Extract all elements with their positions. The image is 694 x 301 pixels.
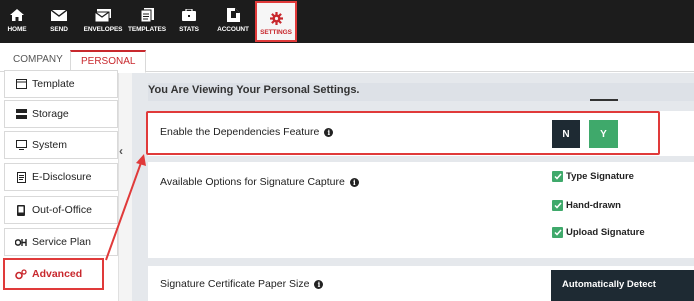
sidebar-item-label: Storage (32, 108, 69, 120)
nav-stats-label: STATS (179, 26, 199, 33)
checkbox-checked-icon[interactable] (552, 171, 563, 182)
account-icon (226, 7, 240, 23)
sidebar-item-storage[interactable]: Storage (4, 100, 118, 128)
nav-home[interactable]: HOME (0, 0, 34, 43)
nav-account[interactable]: ACCOUNT (212, 0, 254, 43)
sidebar-item-label: System (32, 139, 68, 151)
settings-tabs: COMPANY PERSONAL (0, 50, 694, 73)
checkbox-checked-icon[interactable] (552, 227, 563, 238)
annotation-arrow (105, 154, 146, 261)
option-label: Type Signature (566, 171, 634, 182)
tab-company[interactable]: COMPANY (3, 50, 73, 72)
paper-size-select[interactable]: Automatically Detect (551, 270, 694, 301)
templates-icon (140, 7, 154, 23)
nav-send[interactable]: SEND (42, 0, 76, 43)
signature-capture-label-text: Available Options for Signature Capture (160, 176, 345, 188)
sidebar-item-label: E-Disclosure (32, 171, 92, 183)
gears-icon (15, 268, 27, 280)
top-navigation: HOME SEND ENVELOPES TEMPLATES STATS ACCO… (0, 0, 694, 43)
annotation-highlight-dependencies (146, 111, 660, 155)
nav-settings[interactable]: SETTINGS (255, 1, 297, 42)
stats-icon (182, 7, 196, 23)
sidebar-item-label: Advanced (32, 268, 83, 280)
checkbox-checked-icon[interactable] (552, 200, 563, 211)
nav-home-label: HOME (7, 26, 27, 33)
nav-envelopes[interactable]: ENVELOPES (82, 0, 124, 43)
banner-divider (590, 99, 618, 101)
nav-envelopes-label: ENVELOPES (83, 26, 123, 33)
gear-icon (269, 10, 283, 26)
nav-templates[interactable]: TEMPLATES (126, 0, 168, 43)
info-icon[interactable]: i (314, 279, 324, 289)
option-upload-signature[interactable]: Upload Signature (552, 227, 645, 238)
info-icon[interactable]: i (349, 177, 359, 187)
home-icon (10, 7, 24, 23)
paper-size-label: Signature Certificate Paper Size i (160, 278, 324, 290)
service-icon (15, 236, 27, 248)
sidebar-item-label: Out-of-Office (32, 204, 92, 216)
nav-templates-label: TEMPLATES (128, 26, 166, 33)
option-type-signature[interactable]: Type Signature (552, 171, 634, 182)
storage-icon (15, 108, 27, 120)
nav-send-label: SEND (50, 26, 68, 33)
sidebar-item-label: Template (32, 78, 75, 90)
option-label: Upload Signature (566, 227, 645, 238)
option-hand-drawn[interactable]: Hand-drawn (552, 200, 621, 211)
option-label: Hand-drawn (566, 200, 621, 211)
paper-size-label-text: Signature Certificate Paper Size (160, 278, 310, 290)
nav-stats[interactable]: STATS (174, 0, 204, 43)
sidebar-item-template[interactable]: Template (4, 70, 118, 98)
document-icon (15, 171, 27, 183)
envelopes-icon (95, 7, 111, 23)
nav-settings-label: SETTINGS (260, 29, 292, 36)
envelope-icon (51, 7, 67, 23)
template-icon (15, 78, 27, 90)
sidebar-item-label: Service Plan (32, 236, 91, 248)
sidebar-item-advanced[interactable]: Advanced (3, 258, 104, 290)
monitor-icon (15, 139, 27, 151)
phone-icon (15, 204, 27, 216)
signature-capture-label: Available Options for Signature Capture … (160, 176, 359, 188)
nav-account-label: ACCOUNT (217, 26, 249, 33)
